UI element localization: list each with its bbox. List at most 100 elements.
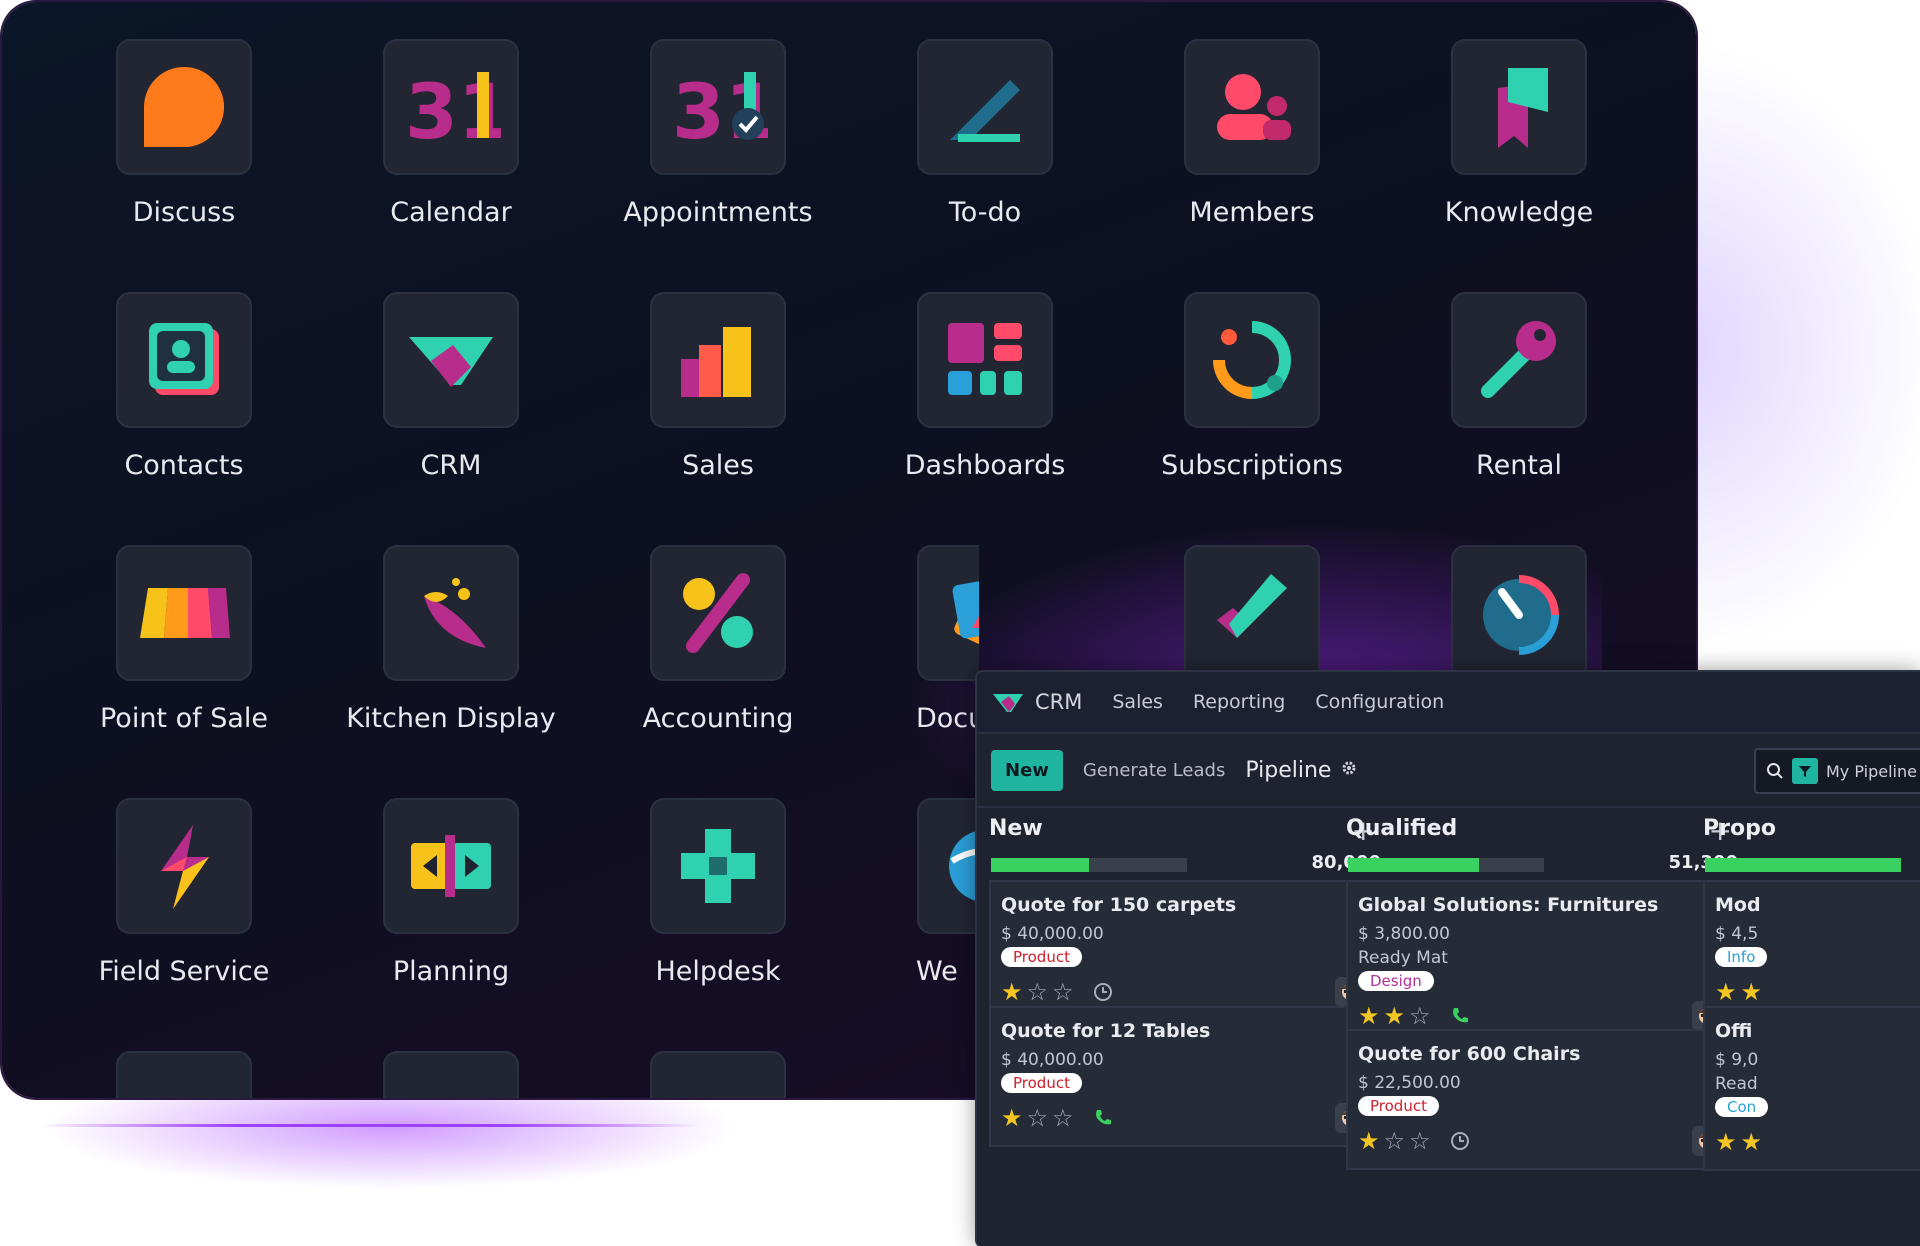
app-website[interactable]: We (855, 798, 979, 987)
kanban-column-new: New + 80,000 Quote for 150 carpets $ 40,0… (989, 814, 1383, 1147)
app-kitchen-display[interactable]: Kitchen Display (321, 545, 581, 734)
star-icon[interactable]: ★ (1001, 1106, 1023, 1130)
star-icon[interactable]: ☆ (1052, 1106, 1074, 1130)
sales-icon (650, 292, 786, 428)
app-icon (116, 1051, 252, 1098)
column-title: Qualified (1346, 816, 1458, 841)
check-icon (1184, 545, 1320, 681)
app-project[interactable] (1122, 545, 1382, 681)
card-title: Mod (1715, 894, 1761, 916)
generate-leads-button[interactable]: Generate Leads (1083, 760, 1225, 781)
app-timer[interactable] (1389, 545, 1649, 681)
filter-icon[interactable] (1792, 758, 1818, 784)
star-icon[interactable]: ★ (1715, 1130, 1737, 1154)
star-icon[interactable]: ★ (1001, 980, 1023, 1004)
column-progress: 51,300 (1346, 850, 1740, 880)
app-field-service[interactable]: Field Service (54, 798, 314, 987)
app-label: Subscriptions (1161, 450, 1343, 481)
field-service-icon (116, 798, 252, 934)
app-planning[interactable]: Planning (321, 798, 581, 987)
menu-crm[interactable]: CRM (1035, 690, 1082, 714)
progress-bar (991, 858, 1089, 872)
search-icon[interactable] (1766, 762, 1784, 780)
app-subscriptions[interactable]: Subscriptions (1122, 292, 1382, 481)
menu-sales[interactable]: Sales (1112, 691, 1163, 713)
app-accounting[interactable]: Accounting (588, 545, 848, 734)
card-title: Offi (1715, 1020, 1753, 1042)
app-knowledge[interactable]: Knowledge (1389, 39, 1649, 228)
app-label: Point of Sale (99, 703, 269, 734)
star-icon[interactable]: ★ (1358, 1004, 1380, 1028)
card-amount: $ 40,000.00 (1001, 1050, 1104, 1070)
crm-logo-icon[interactable] (991, 688, 1025, 716)
app-row5-3[interactable] (588, 1051, 848, 1098)
crm-window: CRM Sales Reporting Configuration New Ge… (977, 672, 1920, 1246)
kitchen-display-icon (383, 545, 519, 681)
app-icon (650, 1051, 786, 1098)
star-icon[interactable]: ☆ (1409, 1004, 1431, 1028)
app-point-of-sale[interactable]: Point of Sale (54, 545, 314, 734)
card-amount: $ 3,800.00 (1358, 924, 1450, 944)
kanban-card[interactable]: Quote for 150 carpets $ 40,000.00 Produc… (989, 880, 1381, 1021)
contacts-icon (116, 292, 252, 428)
new-button[interactable]: New (991, 749, 1063, 791)
app-label: We (916, 956, 958, 987)
clock-icon[interactable] (1092, 981, 1114, 1003)
column-progress (1703, 850, 1920, 880)
app-crm[interactable]: CRM (321, 292, 581, 481)
app-label: Contacts (124, 450, 244, 481)
star-icon[interactable]: ★ (1358, 1129, 1380, 1153)
kanban-card[interactable]: Mod $ 4,5 Info ★ ★ (1703, 880, 1920, 1021)
app-dashboards[interactable]: Dashboards (855, 292, 1115, 481)
app-label: Knowledge (1444, 197, 1594, 228)
column-title: Propo (1703, 816, 1776, 841)
menu-configuration[interactable]: Configuration (1315, 691, 1444, 713)
star-icon[interactable]: ☆ (1027, 1106, 1049, 1130)
kanban-card[interactable]: Quote for 12 Tables $ 40,000.00 Product … (989, 1006, 1381, 1147)
app-appointments[interactable]: 31 Appointments (588, 39, 848, 228)
kanban-column-proposition: Propo Mod $ 4,5 Info ★ ★ Offi $ 9,0 Read … (1703, 816, 1920, 1171)
app-members[interactable]: Members (1122, 39, 1382, 228)
star-icon[interactable]: ☆ (1027, 980, 1049, 1004)
search-facet[interactable]: My Pipeline (1826, 762, 1917, 781)
dashboards-icon (917, 292, 1053, 428)
app-row5-2[interactable] (321, 1051, 581, 1098)
kanban-card[interactable]: Quote for 600 Chairs $ 22,500.00 Product… (1346, 1029, 1738, 1170)
crm-icon (383, 292, 519, 428)
search-bar[interactable]: My Pipeline (1754, 748, 1920, 794)
star-icon[interactable]: ☆ (1384, 1129, 1406, 1153)
card-title: Quote for 150 carpets (1001, 894, 1237, 916)
star-icon[interactable]: ★ (1741, 1130, 1763, 1154)
app-label: To-do (948, 197, 1022, 228)
app-row5-1[interactable] (54, 1051, 314, 1098)
app-contacts[interactable]: Contacts (54, 292, 314, 481)
app-todo[interactable]: To-do (855, 39, 1115, 228)
star-icon[interactable]: ★ (1741, 980, 1763, 1004)
members-icon (1184, 39, 1320, 175)
app-label: Members (1189, 197, 1315, 228)
phone-icon[interactable] (1449, 1005, 1471, 1027)
appointments-icon: 31 (650, 39, 786, 175)
rental-icon (1451, 292, 1587, 428)
star-icon[interactable]: ☆ (1052, 980, 1074, 1004)
gear-icon[interactable] (1341, 760, 1357, 780)
planning-icon (383, 798, 519, 934)
kanban-card[interactable]: Offi $ 9,0 Read Con ★ ★ (1703, 1006, 1920, 1171)
kanban-card[interactable]: Global Solutions: Furnitures $ 3,800.00 … (1346, 880, 1738, 1045)
app-label: Appointments (623, 197, 813, 228)
documents-icon (917, 545, 979, 681)
app-rental[interactable]: Rental (1389, 292, 1649, 481)
phone-icon[interactable] (1092, 1107, 1114, 1129)
star-icon[interactable]: ☆ (1409, 1129, 1431, 1153)
menu-reporting[interactable]: Reporting (1193, 691, 1285, 713)
star-icon[interactable]: ★ (1715, 980, 1737, 1004)
app-sales[interactable]: Sales (588, 292, 848, 481)
app-discuss[interactable]: Discuss (54, 39, 314, 228)
app-calendar[interactable]: 31 Calendar (321, 39, 581, 228)
star-icon[interactable]: ★ (1384, 1004, 1406, 1028)
progress-track (991, 858, 1187, 872)
clock-icon[interactable] (1449, 1130, 1471, 1152)
app-documents[interactable]: Docu (855, 545, 979, 734)
app-label: Rental (1476, 450, 1562, 481)
app-helpdesk[interactable]: Helpdesk (588, 798, 848, 987)
